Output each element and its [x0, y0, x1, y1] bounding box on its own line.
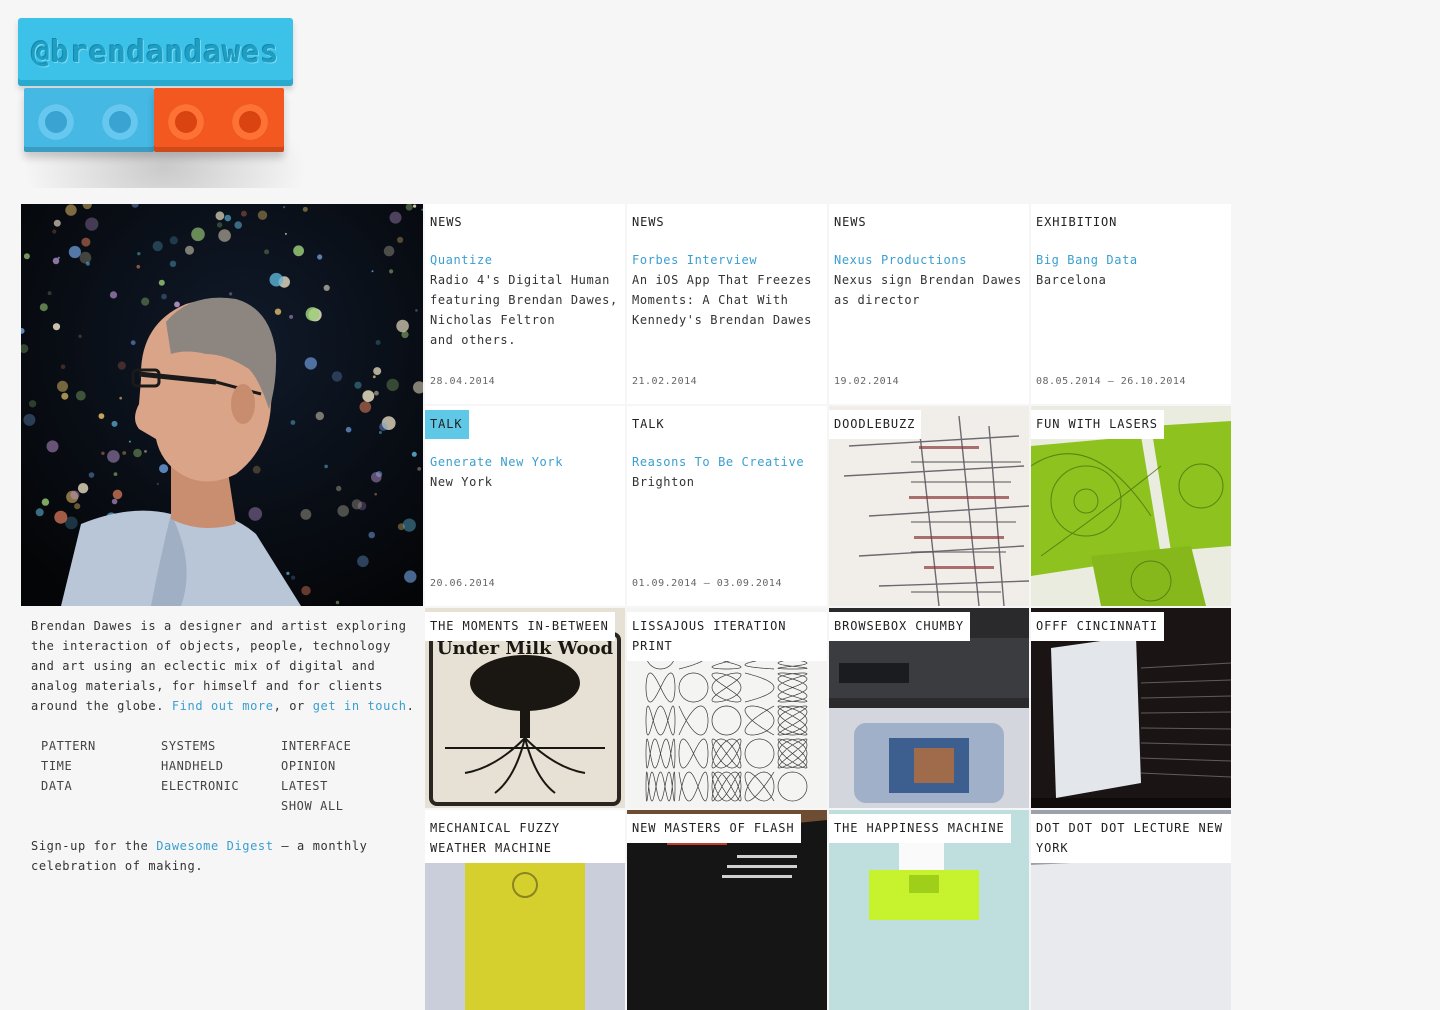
logo-brick-orange [154, 88, 284, 152]
show-all-link[interactable]: SHOW ALL [281, 796, 401, 816]
card-description: Barcelona [1036, 273, 1107, 287]
news-card[interactable]: NEWS Nexus Productions Nexus sign Brenda… [829, 204, 1029, 404]
card-description: Nexus sign Brendan Dawes as director [834, 273, 1022, 307]
category-column: PATTERN TIME DATA [41, 736, 161, 816]
brick-stud [232, 104, 268, 140]
news-card[interactable]: NEWS Forbes Interview An iOS App That Fr… [627, 204, 827, 404]
category-link[interactable]: TIME [41, 756, 161, 776]
category-link[interactable]: SYSTEMS [161, 736, 281, 756]
category-column: SYSTEMS HANDHELD ELECTRONIC [161, 736, 281, 816]
card-category-tag: NEWS [627, 208, 671, 237]
project-label: FUN WITH LASERS [1031, 410, 1164, 439]
card-date: 28.04.2014 [430, 376, 496, 387]
card-title-link[interactable]: Quantize [430, 250, 618, 270]
project-label: DOT DOT DOT LECTURE NEW YORK [1031, 814, 1231, 863]
project-grid: NEWS Quantize Radio 4's Digital Human fe… [425, 204, 1231, 1010]
card-description: Radio 4's Digital Human featuring Brenda… [430, 273, 618, 347]
card-date: 01.09.2014 – 03.09.2014 [632, 578, 782, 589]
talk-card[interactable]: TALK Reasons To Be Creative Brighton 01.… [627, 406, 827, 606]
card-category-tag: NEWS [829, 208, 873, 237]
project-tile-lissajous[interactable]: LISSAJOUS ITERATION PRINT [627, 608, 827, 808]
intro-text-end: . [406, 699, 415, 713]
card-title-link[interactable]: Nexus Productions [834, 250, 1022, 270]
project-label: OFFF CINCINNATI [1031, 612, 1164, 641]
newsletter-signup-text: Sign-up for the Dawesome Digest – a mont… [31, 836, 391, 876]
category-link[interactable]: LATEST [281, 776, 401, 796]
category-link[interactable]: HANDHELD [161, 756, 281, 776]
card-description: An iOS App That Freezes Moments: A Chat … [632, 273, 812, 327]
project-label: THE MOMENTS IN-BETWEEN [425, 612, 615, 641]
logo-plate: @brendandawes [18, 18, 293, 86]
card-category-tag: NEWS [425, 208, 469, 237]
logo-brick-blue [24, 88, 154, 152]
logo-text: @brendandawes [31, 34, 280, 70]
category-link[interactable]: OPINION [281, 756, 401, 776]
project-label: THE HAPPINESS MACHINE [829, 814, 1011, 843]
card-title-link[interactable]: Reasons To Be Creative [632, 452, 820, 472]
card-title-link[interactable]: Big Bang Data [1036, 250, 1224, 270]
brick-stud [38, 104, 74, 140]
project-label: LISSAJOUS ITERATION PRINT [627, 612, 827, 661]
exhibition-card[interactable]: EXHIBITION Big Bang Data Barcelona 08.05… [1031, 204, 1231, 404]
talk-card[interactable]: TALK Generate New York New York 20.06.20… [425, 406, 625, 606]
category-column: INTERFACE OPINION LATEST SHOW ALL [281, 736, 401, 816]
brick-stud [168, 104, 204, 140]
hero-portrait-image [21, 204, 423, 606]
project-tile-fun-with-lasers[interactable]: FUN WITH LASERS [1031, 406, 1231, 606]
card-date: 21.02.2014 [632, 376, 698, 387]
category-link[interactable]: INTERFACE [281, 736, 401, 756]
category-link[interactable]: ELECTRONIC [161, 776, 281, 796]
category-link[interactable]: PATTERN [41, 736, 161, 756]
project-tile-fuzzy-weather[interactable]: MECHANICAL FUZZY WEATHER MACHINE [425, 810, 625, 1010]
project-tile-dot-dot-dot[interactable]: DOT DOT DOT LECTURE NEW YORK [1031, 810, 1231, 1010]
card-date: 19.02.2014 [834, 376, 900, 387]
project-label: MECHANICAL FUZZY WEATHER MACHINE [425, 814, 625, 863]
category-link[interactable]: DATA [41, 776, 161, 796]
card-date: 20.06.2014 [430, 578, 496, 589]
card-date: 08.05.2014 – 26.10.2014 [1036, 376, 1186, 387]
find-out-more-link[interactable]: Find out more [172, 699, 274, 713]
intro-text-join: , or [273, 699, 313, 713]
project-label: BROWSEBOX CHUMBY [829, 612, 970, 641]
signup-text-start: Sign-up for the [31, 839, 157, 853]
project-tile-browsebox-chumby[interactable]: BROWSEBOX CHUMBY [829, 608, 1029, 808]
intro-text: Brendan Dawes is a designer and artist e… [31, 616, 416, 716]
project-tile-doodlebuzz[interactable]: DOODLEBUZZ [829, 406, 1029, 606]
site-logo[interactable]: @brendandawes [18, 18, 308, 198]
get-in-touch-link[interactable]: get in touch [313, 699, 407, 713]
project-tile-new-masters-of-flash[interactable]: NEW MASTERS OF FLASH [627, 810, 827, 1010]
category-nav: PATTERN TIME DATA SYSTEMS HANDHELD ELECT… [41, 736, 411, 816]
card-description: Brighton [632, 475, 695, 489]
brick-stud [102, 104, 138, 140]
project-tile-happiness-machine[interactable]: THE HAPPINESS MACHINE [829, 810, 1029, 1010]
project-label: DOODLEBUZZ [829, 410, 922, 439]
project-tile-offf-cincinnati[interactable]: OFFF CINCINNATI [1031, 608, 1231, 808]
card-category-tag: TALK [627, 410, 671, 439]
project-label: NEW MASTERS OF FLASH [627, 814, 801, 843]
card-description: New York [430, 475, 493, 489]
dawesome-digest-link[interactable]: Dawesome Digest [156, 839, 273, 853]
card-title-link[interactable]: Generate New York [430, 452, 618, 472]
card-category-tag: TALK [425, 410, 469, 439]
project-tile-moments-in-between[interactable]: Under Milk Wood THE MOMENTS IN-BETWEEN [425, 608, 625, 808]
card-category-tag: EXHIBITION [1031, 208, 1124, 237]
news-card[interactable]: NEWS Quantize Radio 4's Digital Human fe… [425, 204, 625, 404]
card-title-link[interactable]: Forbes Interview [632, 250, 820, 270]
